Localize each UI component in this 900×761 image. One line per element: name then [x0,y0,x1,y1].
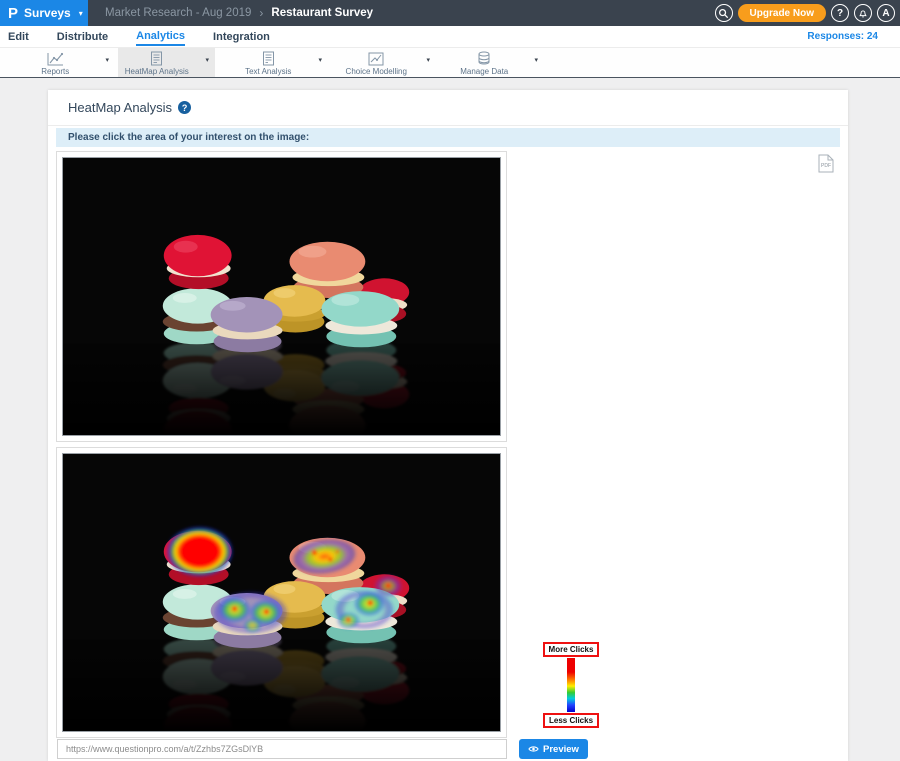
legend-gradient-bar [567,658,575,712]
notifications-button[interactable] [854,4,872,22]
toolbar-item-choice-label: Choice Modelling [346,67,407,76]
questionpro-logo-icon: P [8,6,18,21]
text-doc-icon [262,51,275,66]
original-image-panel [56,151,507,442]
toolbar-item-reports-label: Reports [41,67,69,76]
heatmap-image-panel [56,447,507,738]
upgrade-now-button[interactable]: Upgrade Now [738,4,826,22]
legend-more-clicks: More Clicks [543,642,600,657]
surveys-menu-label: Surveys [24,6,71,20]
chevron-down-icon: ▾ [79,9,83,18]
breadcrumb: Market Research - Aug 2019 › Restaurant … [105,0,373,26]
chevron-down-icon[interactable]: ▾ [426,56,430,64]
toolbar-item-text-analysis[interactable]: Text Analysis ▾ [228,48,328,77]
toolbar-item-manage-data[interactable]: Manage Data ▾ [444,48,544,77]
survey-url-input[interactable] [57,739,507,759]
avatar-initial: A [882,8,889,19]
chevron-down-icon[interactable]: ▾ [205,56,209,64]
question-mark-icon: ? [837,8,843,19]
heatmap-legend: More Clicks Less Clicks [516,642,626,728]
toolbar-item-heatmap-body: HeatMap Analysis [118,48,195,77]
eye-icon [528,745,539,753]
survey-image-heatmap[interactable] [62,453,501,732]
page-title: HeatMap Analysis [68,100,172,115]
preview-button[interactable]: Preview [519,739,588,759]
nav-analytics[interactable]: Analytics [136,27,185,46]
nav-edit[interactable]: Edit [8,28,29,45]
bell-icon [858,8,868,19]
heatmap-analysis-card: HeatMap Analysis ? Please click the area… [48,90,848,761]
chevron-down-icon[interactable]: ▾ [318,56,322,64]
preview-button-label: Preview [543,744,579,755]
search-icon [718,8,729,19]
database-icon [477,51,491,66]
nav-distribute[interactable]: Distribute [57,28,108,45]
toolbar-item-heatmap-label: HeatMap Analysis [125,67,189,76]
surveys-menu-button[interactable]: P Surveys ▾ [0,0,88,26]
toolbar-item-reports-body: Reports [15,48,95,77]
breadcrumb-survey-name: Restaurant Survey [271,7,373,19]
svg-text:PDF: PDF [821,163,831,169]
pdf-file-icon: PDF [818,154,834,173]
chevron-down-icon[interactable]: ▾ [534,56,538,64]
toolbar-item-choice-body: Choice Modelling [336,48,416,77]
model-chart-icon [368,51,384,66]
line-chart-icon [47,51,64,66]
legend-less-clicks: Less Clicks [543,713,599,728]
toolbar-item-manage-body: Manage Data [444,48,524,77]
topbar-actions: Upgrade Now ? A [715,0,895,26]
nav-integration[interactable]: Integration [213,28,270,45]
analytics-toolbar: Reports ▾ HeatMap Analysis ▾ Text Analys… [0,47,900,78]
breadcrumb-survey-folder[interactable]: Market Research - Aug 2019 [105,7,251,19]
instruction-banner: Please click the area of your interest o… [56,128,840,147]
report-doc-icon [150,51,163,66]
heatmap-help-button[interactable]: ? [178,101,191,114]
toolbar-item-manage-label: Manage Data [460,67,508,76]
instruction-text: Please click the area of your interest o… [68,132,309,143]
account-avatar[interactable]: A [877,4,895,22]
responses-count[interactable]: Responses: 24 [807,26,878,47]
survey-image-original[interactable] [62,157,501,436]
toolbar-item-choice-modelling[interactable]: Choice Modelling ▾ [336,48,436,77]
search-button[interactable] [715,4,733,22]
toolbar-item-text-body: Text Analysis [228,48,308,77]
card-header: HeatMap Analysis ? [48,90,848,126]
survey-section-nav: Edit Distribute Analytics Integration Re… [0,26,900,47]
chevron-down-icon[interactable]: ▾ [105,56,109,64]
toolbar-item-reports[interactable]: Reports ▾ [15,48,115,77]
questionpro-heatmap-screen: P Surveys ▾ Market Research - Aug 2019 ›… [0,0,900,761]
toolbar-item-heatmap-analysis[interactable]: HeatMap Analysis ▾ [118,48,215,77]
question-mark-icon: ? [182,103,188,113]
top-navbar: P Surveys ▾ Market Research - Aug 2019 ›… [0,0,900,26]
export-pdf-button[interactable]: PDF [818,154,834,173]
toolbar-item-text-label: Text Analysis [245,67,291,76]
help-button[interactable]: ? [831,4,849,22]
breadcrumb-separator-icon: › [259,6,263,20]
